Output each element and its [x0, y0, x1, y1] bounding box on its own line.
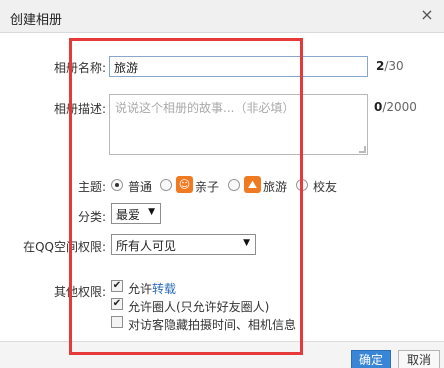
- album-name-input[interactable]: 旅游: [109, 56, 368, 77]
- qzone-permission-value: 所有人可见: [116, 239, 177, 253]
- qzone-permission-select[interactable]: 所有人可见 ▼: [111, 234, 256, 255]
- theme-label: 主题:: [77, 180, 106, 194]
- other-permission-label: 其他权限:: [53, 285, 106, 299]
- cancel-button[interactable]: 取消: [398, 350, 440, 368]
- resize-handle-icon[interactable]: [359, 146, 366, 153]
- chevron-down-icon: ▼: [243, 238, 250, 248]
- name-counter: 2/30: [376, 59, 404, 73]
- dialog-titlebar: 创建相册 ×: [0, 0, 444, 33]
- description-label: 相册描述:: [53, 102, 106, 116]
- description-placeholder: 说说这个相册的故事...（非必填）: [115, 101, 295, 115]
- theme-radio-normal[interactable]: [111, 179, 123, 191]
- child-face-icon: ☺: [176, 176, 193, 193]
- name-label: 相册名称:: [53, 61, 106, 75]
- theme-option-family-label: 亲子: [195, 180, 220, 194]
- theme-option-travel-label: 旅游: [263, 180, 288, 194]
- reshare-link[interactable]: 转载: [152, 282, 176, 296]
- theme-radio-travel[interactable]: [228, 179, 240, 191]
- travel-icon: ⛰: [244, 176, 261, 193]
- theme-radio-family[interactable]: [160, 179, 172, 191]
- theme-option-normal-label: 普通: [128, 180, 153, 194]
- description-textarea[interactable]: 说说这个相册的故事...（非必填）: [109, 94, 368, 155]
- dialog-title: 创建相册: [10, 13, 63, 28]
- ok-button[interactable]: 确定: [351, 350, 391, 368]
- category-value: 最爱: [116, 208, 141, 222]
- qzone-permission-label: 在QQ空间权限:: [23, 240, 106, 254]
- category-select[interactable]: 最爱 ▼: [111, 203, 161, 224]
- chevron-down-icon: ▼: [148, 207, 155, 217]
- allow-tagging-label: 允许圈人(只允许好友圈人): [128, 300, 270, 314]
- category-label: 分类:: [77, 210, 106, 224]
- allow-reshare-prefix: 允许: [128, 282, 153, 296]
- theme-radio-alumni[interactable]: [296, 179, 308, 191]
- allow-reshare-checkbox[interactable]: ✔: [111, 280, 123, 292]
- description-max: /2000: [382, 100, 417, 114]
- allow-tagging-checkbox[interactable]: ✔: [111, 298, 123, 310]
- allow-reshare-label: 允许转载: [128, 280, 176, 297]
- theme-option-alumni-label: 校友: [313, 180, 338, 194]
- hide-camera-info-label: 对访客隐藏拍摄时间、相机信息: [128, 318, 297, 332]
- description-counter: 0/2000: [374, 100, 417, 114]
- close-icon[interactable]: ×: [418, 6, 436, 24]
- name-max: /30: [384, 59, 404, 73]
- hide-camera-info-checkbox[interactable]: [111, 316, 123, 328]
